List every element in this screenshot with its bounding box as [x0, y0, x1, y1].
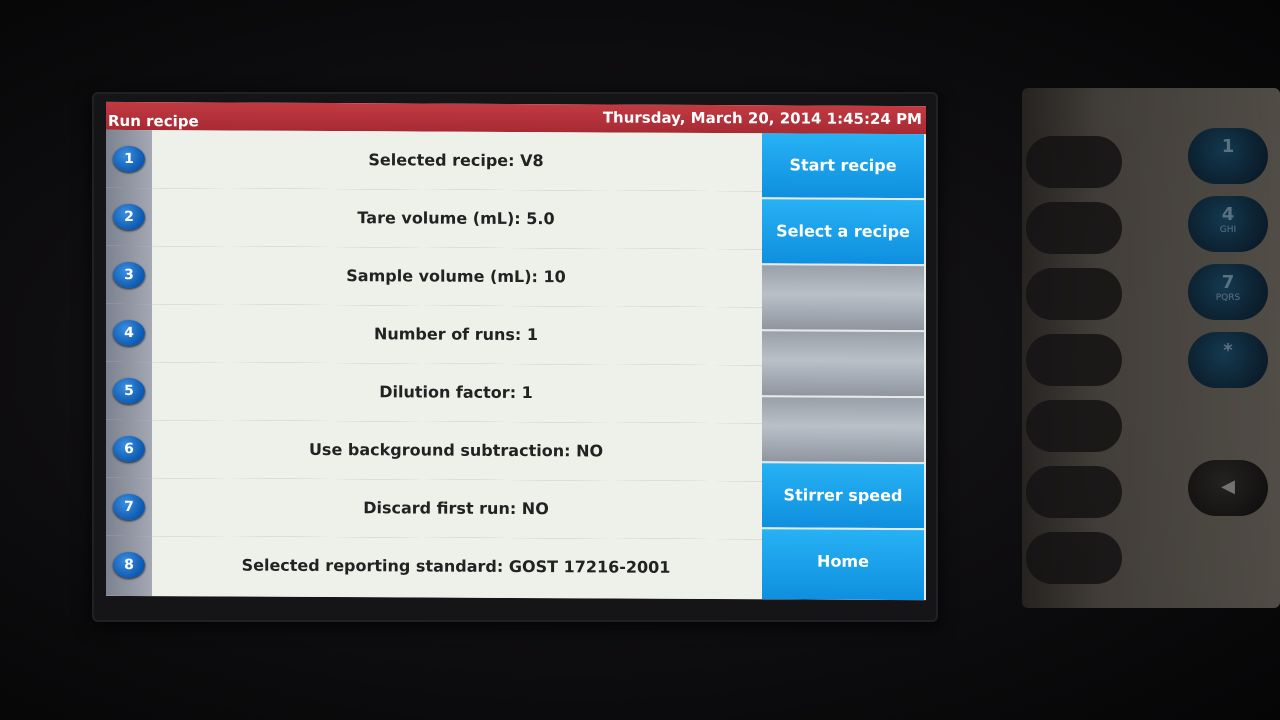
setting-row-tare-volume[interactable]: 2 Tare volume (mL): 5.0: [106, 187, 762, 251]
recipe-settings-list: 1 Selected recipe: V8 2 Tare volume (mL)…: [106, 129, 762, 600]
keypad-key-star[interactable]: *: [1188, 332, 1268, 388]
keypad-key-4[interactable]: 4 GHI: [1188, 196, 1268, 252]
row-number-column: 3: [106, 245, 152, 305]
row-number-badge: 2: [113, 203, 145, 231]
hardware-key[interactable]: [1026, 532, 1122, 584]
setting-row-sample-volume[interactable]: 3 Sample volume (mL): 10: [106, 245, 762, 309]
setting-row-selected-recipe[interactable]: 1 Selected recipe: V8: [106, 129, 762, 193]
stirrer-speed-button[interactable]: Stirrer speed (Off): [762, 463, 924, 569]
row-number-badge: 4: [113, 319, 145, 347]
blank-button-2[interactable]: [762, 331, 924, 399]
key-digit: 4: [1221, 204, 1235, 225]
setting-row-number-of-runs[interactable]: 4 Number of runs: 1: [106, 303, 762, 367]
hardware-key[interactable]: [1026, 202, 1122, 254]
page-title: Run recipe: [108, 111, 199, 131]
setting-label: Selected reporting standard: GOST 17216-…: [241, 555, 671, 577]
row-number-column: 1: [106, 129, 152, 189]
setting-label: Tare volume (mL): 5.0: [357, 208, 555, 229]
start-recipe-button[interactable]: Start recipe: [762, 133, 924, 201]
hardware-key[interactable]: [1026, 136, 1122, 188]
row-number-column: 6: [106, 419, 152, 479]
row-number-badge: 1: [113, 145, 145, 173]
setting-row-dilution-factor[interactable]: 5 Dilution factor: 1: [106, 361, 762, 425]
key-digit: 1: [1221, 136, 1235, 157]
setting-label: Dilution factor: 1: [379, 382, 533, 403]
row-number-badge: 7: [113, 493, 145, 521]
setting-row-background-subtraction[interactable]: 6 Use background subtraction: NO: [106, 419, 762, 483]
key-letters: PQRS: [1215, 293, 1241, 303]
arrow-left-key[interactable]: ◀: [1188, 460, 1268, 516]
setting-label: Discard first run: NO: [363, 498, 549, 519]
touch-screen: Run recipe Thursday, March 20, 2014 1:45…: [106, 101, 926, 601]
hardware-key[interactable]: [1026, 466, 1122, 518]
setting-row-discard-first-run[interactable]: 7 Discard first run: NO: [106, 477, 762, 541]
datetime-display: Thursday, March 20, 2014 1:45:24 PM: [602, 108, 922, 129]
key-digit: *: [1223, 340, 1233, 361]
row-number-column: 2: [106, 187, 152, 247]
hardware-keypad: 1 4 GHI 7 PQRS * ◀: [1022, 88, 1280, 608]
arrow-left-icon: ◀: [1221, 476, 1235, 497]
blank-button-3[interactable]: [762, 397, 924, 465]
key-digit: 7: [1221, 272, 1235, 293]
row-number-column: 8: [106, 535, 152, 597]
setting-label: Use background subtraction: NO: [308, 439, 604, 461]
select-recipe-button[interactable]: Select a recipe: [762, 199, 924, 267]
key-letters: GHI: [1219, 225, 1237, 235]
title-bar: Run recipe Thursday, March 20, 2014 1:45…: [106, 101, 926, 135]
keypad-key-7[interactable]: 7 PQRS: [1188, 264, 1268, 320]
setting-label: Number of runs: 1: [373, 324, 539, 345]
row-number-badge: 3: [113, 261, 145, 289]
row-number-badge: 6: [113, 435, 145, 463]
hardware-key[interactable]: [1026, 334, 1122, 386]
side-button-column: Start recipe Select a recipe Stirrer spe…: [762, 133, 926, 601]
keypad-key-1[interactable]: 1: [1188, 128, 1268, 184]
setting-label: Sample volume (mL): 10: [346, 266, 566, 287]
device-housing: Run recipe Thursday, March 20, 2014 1:45…: [0, 0, 1280, 720]
hardware-key[interactable]: [1026, 268, 1122, 320]
row-number-column: 7: [106, 477, 152, 537]
row-number-badge: 5: [113, 377, 145, 405]
row-number-column: 5: [106, 361, 152, 421]
hardware-key[interactable]: [1026, 400, 1122, 452]
row-number-column: 4: [106, 303, 152, 363]
setting-row-reporting-standard[interactable]: 8 Selected reporting standard: GOST 1721…: [106, 535, 762, 600]
blank-button-1[interactable]: [762, 265, 924, 333]
setting-label: Selected recipe: V8: [368, 150, 544, 171]
row-number-badge: 8: [113, 551, 145, 579]
home-button[interactable]: Home: [762, 529, 924, 601]
